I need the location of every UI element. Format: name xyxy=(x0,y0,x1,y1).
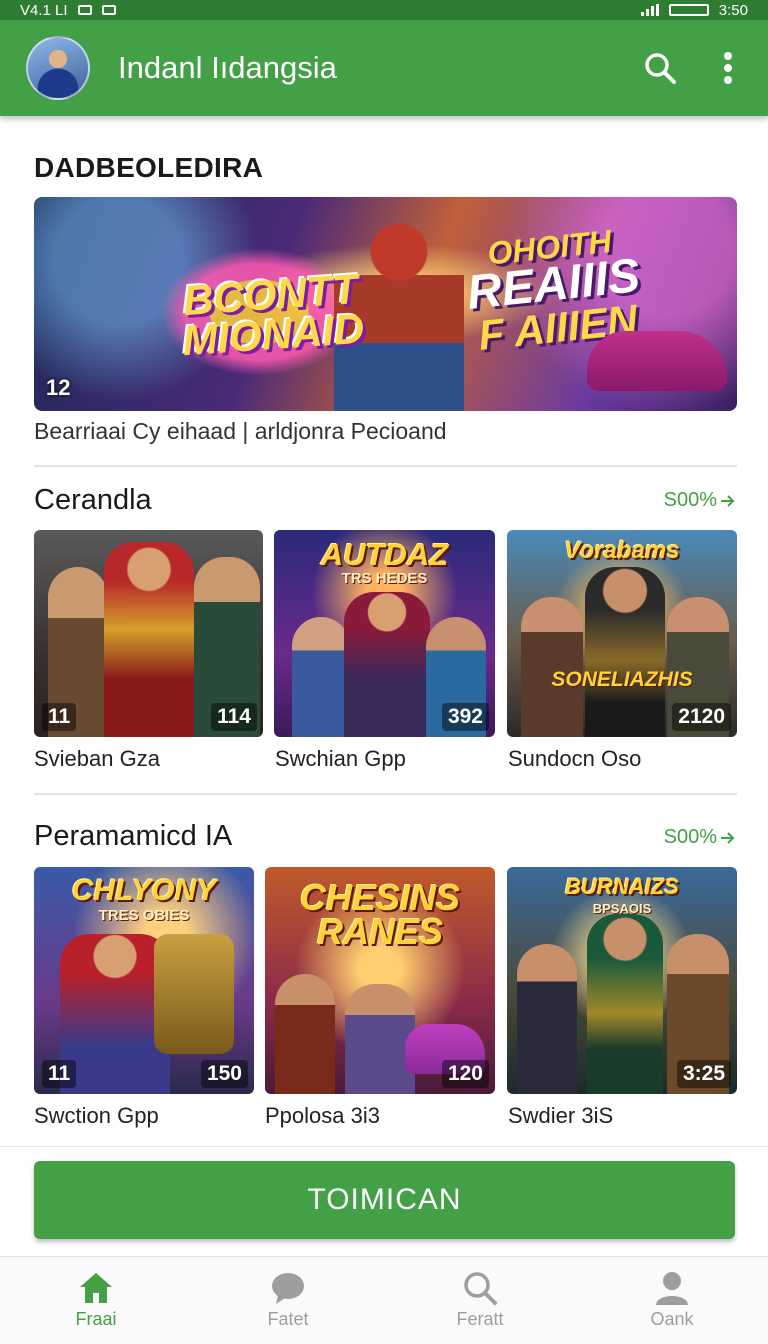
card-label[interactable]: Sundocn Oso xyxy=(508,746,641,772)
status-bar-left-text: V4.1 LI xyxy=(20,1,68,19)
see-all-link[interactable]: S00% xyxy=(664,489,736,512)
card-count-right: 392 xyxy=(441,703,489,731)
primary-button[interactable]: TOIMICAN xyxy=(34,1161,735,1239)
primary-action-bar: TOIMICAN xyxy=(0,1146,768,1256)
nav-item-search[interactable]: Feratt xyxy=(384,1257,576,1344)
nav-item-home[interactable]: Fraai xyxy=(0,1257,192,1344)
character-image xyxy=(344,592,430,737)
nav-label: Oank xyxy=(650,1309,694,1329)
card-count-left: 11 xyxy=(42,1060,77,1088)
character-image xyxy=(585,567,665,737)
nav-label: Fatet xyxy=(267,1309,309,1329)
divider xyxy=(34,793,737,795)
home-icon xyxy=(80,1273,112,1303)
nav-label: Fraai xyxy=(75,1309,117,1329)
card-art-title: AUTDAZ xyxy=(320,537,449,572)
character-image xyxy=(587,914,663,1094)
card-label[interactable]: Ppolosa 3i3 xyxy=(265,1103,380,1129)
arrow-right-icon xyxy=(721,831,735,844)
game-card[interactable]: 11 114 xyxy=(34,530,263,737)
search-icon xyxy=(464,1272,497,1305)
card-count-right: 114 xyxy=(211,703,257,731)
chat-icon xyxy=(272,1273,304,1304)
card-count-right: 3:25 xyxy=(676,1060,731,1088)
card-art-title: CHLYONY xyxy=(71,874,217,907)
card-label[interactable]: Swction Gpp xyxy=(34,1103,159,1129)
signal-icon xyxy=(640,4,659,16)
bottom-nav: Fraai Fatet Feratt Oank xyxy=(0,1256,768,1344)
banner-car-image xyxy=(587,331,727,391)
game-card[interactable]: AUTDAZ TRS HEDES 392 xyxy=(274,530,495,737)
avatar[interactable] xyxy=(26,36,90,100)
card-art-subtitle: TRS HEDES xyxy=(341,570,428,587)
card-art-subtitle: SONELIAZHIS xyxy=(551,668,693,691)
nav-item-chat[interactable]: Fatet xyxy=(192,1257,384,1344)
featured-heading: DADBEOLEDIRA xyxy=(34,152,264,183)
app-title: Indanl Iıdangsia xyxy=(118,50,337,85)
character-image xyxy=(104,542,194,737)
game-card[interactable]: CHLYONY TRES OBIES 11 150 xyxy=(34,867,254,1094)
search-button[interactable] xyxy=(636,44,684,92)
main-content[interactable]: DADBEOLEDIRA BCONTT MIONAID OHOITH REAII… xyxy=(0,116,768,1146)
banner-logo-text: BCONTT MIONAID xyxy=(180,265,366,365)
app-bar: Indanl Iıdangsia xyxy=(0,20,768,116)
see-all-label: S00% xyxy=(663,489,717,511)
featured-caption: Bearriaai Cy eihaad | arldjonra Pecioand xyxy=(34,418,447,444)
more-vert-icon xyxy=(724,52,732,84)
character-image xyxy=(292,617,350,737)
battery-icon xyxy=(668,4,709,16)
notification-icon xyxy=(77,5,92,15)
search-icon xyxy=(645,53,676,84)
card-label[interactable]: Swchian Gpp xyxy=(275,746,406,772)
status-bar-clock: 3:50 xyxy=(718,1,748,19)
card-count-right: 120 xyxy=(441,1060,489,1088)
card-count-right: 2120 xyxy=(672,703,731,731)
card-label[interactable]: Svieban Gza xyxy=(34,746,160,772)
character-image xyxy=(345,984,415,1094)
card-art-title: BURNAIZS xyxy=(565,874,679,899)
game-card[interactable]: BURNAIZS BPSAOIS 3:25 xyxy=(507,867,737,1094)
featured-banner[interactable]: BCONTT MIONAID OHOITH REAIIIS F AIIIEN 1… xyxy=(34,197,737,411)
nav-label: Feratt xyxy=(456,1309,504,1329)
chest-image xyxy=(154,934,234,1054)
section-title: Peramamicd IA xyxy=(34,820,233,852)
card-art-title: CHESINS RANES xyxy=(299,877,461,953)
nav-item-profile[interactable]: Oank xyxy=(576,1257,768,1344)
image-icon xyxy=(101,5,116,15)
section-title: Cerandla xyxy=(34,484,152,516)
game-card[interactable]: Vorabams SONELIAZHIS 2120 xyxy=(507,530,737,737)
status-bar: V4.1 LI 3:50 xyxy=(0,0,768,20)
card-count-left: 11 xyxy=(42,703,77,731)
character-image xyxy=(517,944,577,1094)
card-art-title: Vorabams xyxy=(564,537,680,564)
see-all-label: S00% xyxy=(663,826,717,848)
card-label[interactable]: Swdier 3iS xyxy=(508,1103,613,1129)
card-count-right: 150 xyxy=(200,1060,248,1088)
divider xyxy=(34,465,737,467)
character-image xyxy=(275,974,335,1094)
arrow-right-icon xyxy=(721,494,735,507)
see-all-link[interactable]: S00% xyxy=(664,826,736,849)
overflow-menu-button[interactable] xyxy=(710,44,746,92)
banner-badge: 12 xyxy=(46,375,71,400)
card-art-subtitle: TRES OBIES xyxy=(98,907,190,924)
game-card[interactable]: CHESINS RANES 120 xyxy=(265,867,495,1094)
person-icon xyxy=(656,1272,688,1305)
character-image xyxy=(521,597,583,737)
